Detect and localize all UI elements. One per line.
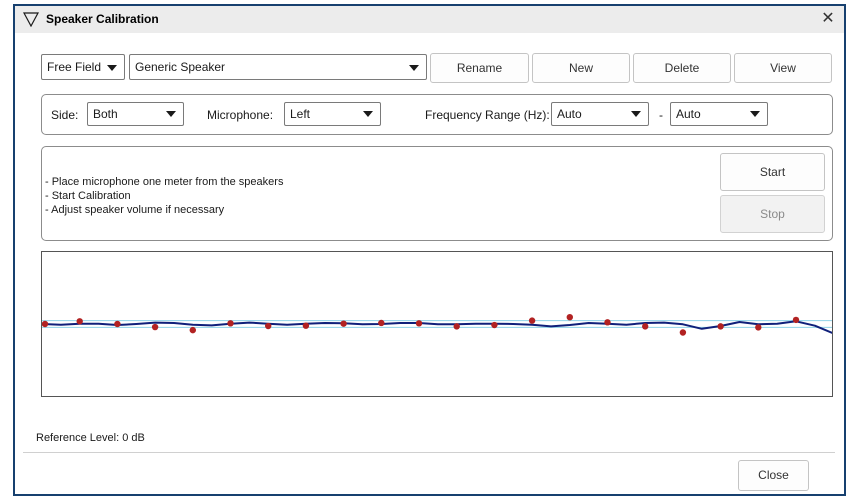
measurement-point xyxy=(227,320,234,327)
measurement-point xyxy=(604,319,611,326)
frequency-max-dropdown[interactable]: Auto xyxy=(670,102,768,126)
new-button[interactable]: New xyxy=(532,53,630,83)
measurement-point xyxy=(340,320,347,327)
measurement-point xyxy=(679,329,687,336)
measurement-point xyxy=(76,318,83,325)
instruction-line: - Start Calibration xyxy=(45,190,131,202)
delete-button[interactable]: Delete xyxy=(633,53,731,83)
close-icon[interactable]: ✕ xyxy=(818,9,838,29)
close-button[interactable]: Close xyxy=(738,460,809,491)
instruction-text: - Place microphone one meter from the sp… xyxy=(45,175,283,217)
chevron-down-icon xyxy=(750,111,760,117)
frequency-separator: - xyxy=(659,108,663,122)
measurement-point xyxy=(528,317,536,324)
stop-button[interactable]: Stop xyxy=(720,195,825,233)
footer-divider xyxy=(23,452,835,453)
measurement-point xyxy=(415,320,423,327)
speaker-dropdown[interactable]: Generic Speaker xyxy=(129,54,427,80)
response-chart-svg xyxy=(42,314,832,336)
reference-level-text: Reference Level: 0 dB xyxy=(36,432,145,444)
side-dropdown[interactable]: Both xyxy=(87,102,184,126)
microphone-value: Left xyxy=(290,107,311,121)
chevron-down-icon xyxy=(631,111,641,117)
chevron-down-icon xyxy=(363,111,373,117)
speaker-name-value: Generic Speaker xyxy=(135,60,226,74)
measurement-point xyxy=(642,323,649,330)
microphone-dropdown[interactable]: Left xyxy=(284,102,381,126)
side-value: Both xyxy=(93,107,118,121)
measurement-point xyxy=(302,322,310,329)
frequency-max-value: Auto xyxy=(676,107,701,121)
instruction-line: - Place microphone one meter from the sp… xyxy=(45,176,284,188)
measurement-point xyxy=(151,323,159,331)
measurement-point xyxy=(189,326,196,334)
frequency-min-value: Auto xyxy=(557,107,582,121)
measurement-point xyxy=(453,323,460,330)
rename-button[interactable]: Rename xyxy=(430,53,529,83)
measurement-point xyxy=(114,320,121,328)
title-bar: Speaker Calibration ✕ xyxy=(15,6,844,33)
measurement-point xyxy=(717,323,724,330)
view-button[interactable]: View xyxy=(734,53,832,83)
frequency-range-label: Frequency Range (Hz): xyxy=(425,108,550,122)
instruction-line: - Adjust speaker volume if necessary xyxy=(45,204,225,216)
measurement-point xyxy=(566,314,573,321)
microphone-label: Microphone: xyxy=(207,108,274,122)
response-plot xyxy=(41,251,833,397)
side-label: Side: xyxy=(51,108,79,122)
measurement-point xyxy=(491,321,498,329)
chevron-down-icon xyxy=(409,65,419,71)
frequency-min-dropdown[interactable]: Auto xyxy=(551,102,649,126)
triangle-down-icon xyxy=(23,12,39,27)
chevron-down-icon xyxy=(107,65,117,71)
measurement-point xyxy=(42,320,49,328)
speaker-calibration-dialog: Speaker Calibration ✕ Free Field Generic… xyxy=(13,4,846,496)
start-button[interactable]: Start xyxy=(720,153,825,191)
field-type-dropdown[interactable]: Free Field xyxy=(41,54,125,80)
field-type-value: Free Field xyxy=(47,60,102,74)
measurement-point xyxy=(265,322,272,330)
chevron-down-icon xyxy=(166,111,176,117)
measurement-point xyxy=(792,316,800,324)
measurement-point xyxy=(378,319,385,327)
measurement-point xyxy=(755,324,762,331)
dialog-title: Speaker Calibration xyxy=(46,12,159,26)
